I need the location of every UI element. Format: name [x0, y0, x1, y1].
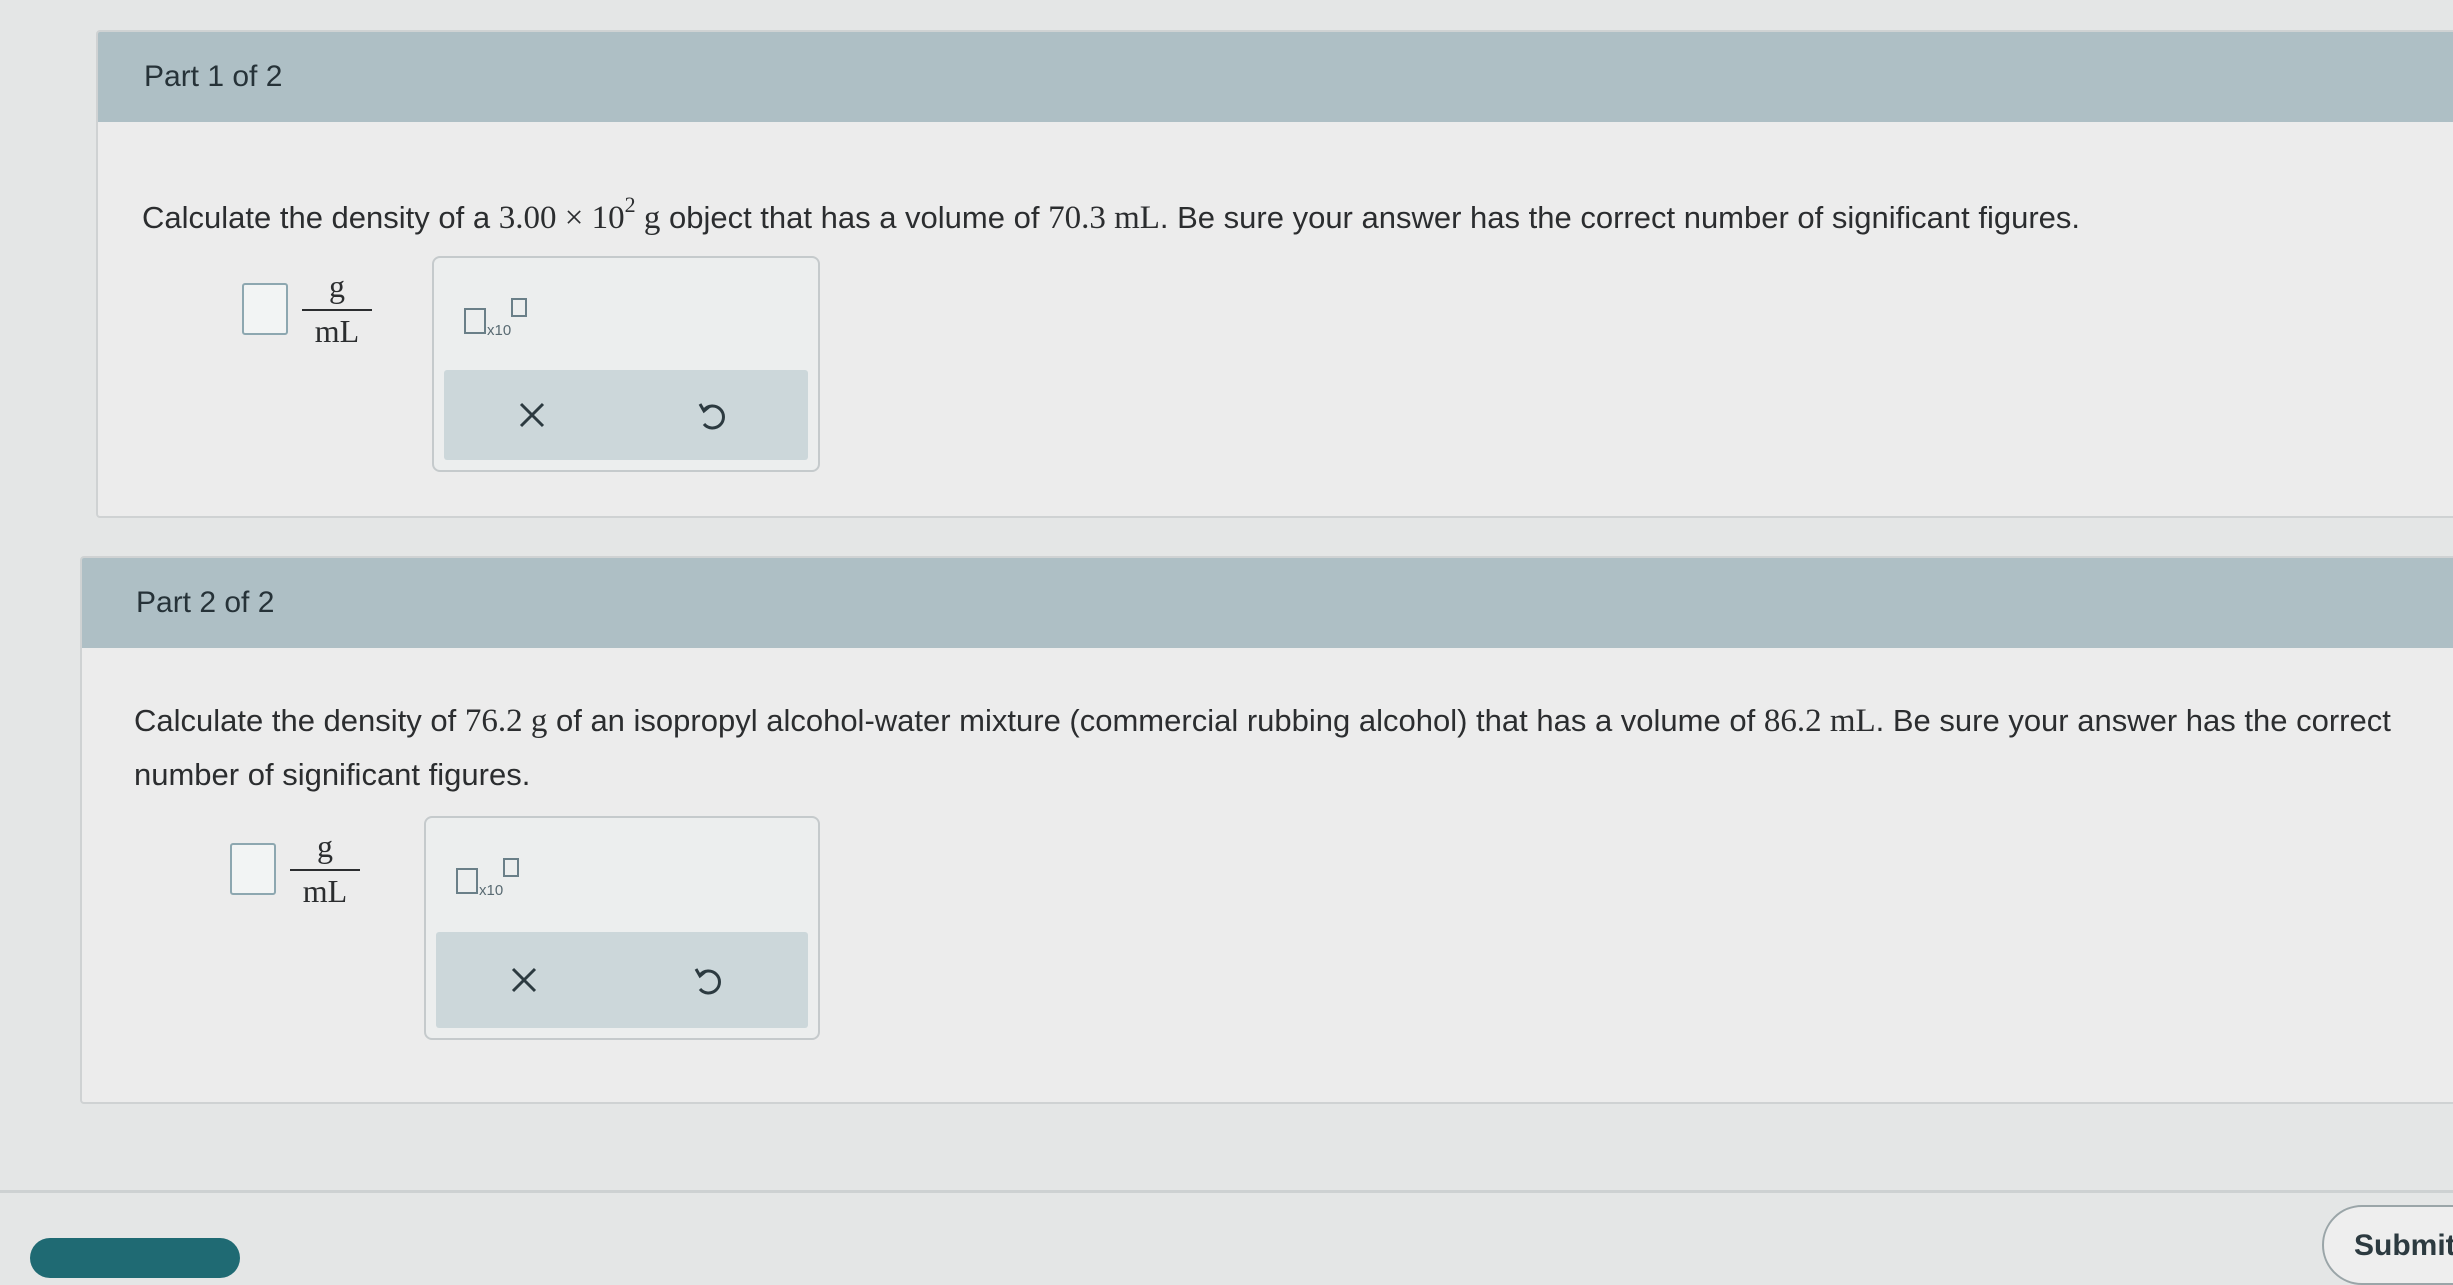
part2-tool-bar — [436, 932, 808, 1028]
undo-icon — [694, 968, 721, 995]
clear-button[interactable] — [464, 932, 584, 1028]
part1-answer-input[interactable] — [242, 283, 288, 335]
unit-denominator: mL — [302, 873, 348, 909]
footer-action-button[interactable] — [30, 1238, 240, 1278]
clear-button[interactable] — [472, 370, 592, 460]
unit-denominator: mL — [314, 313, 360, 349]
part2-answer-input[interactable] — [230, 843, 276, 895]
undo-button[interactable] — [652, 370, 772, 460]
part2-question: Calculate the density of 76.2 g of an is… — [134, 703, 2391, 792]
submit-button[interactable]: Submit — [2322, 1205, 2453, 1285]
part2-tool-palette: x10 — [424, 816, 820, 1040]
volume-value: 70.3 mL — [1048, 200, 1160, 236]
x10-label: x10 — [479, 882, 504, 899]
mantissa-box-icon — [456, 868, 478, 894]
unit-numerator: g — [329, 268, 345, 304]
mass-value: 3.00 × 102 g — [498, 192, 661, 236]
part2-title: Part 2 of 2 — [136, 586, 275, 619]
part2-answer-row: g mL — [230, 828, 360, 910]
undo-icon — [698, 403, 725, 430]
x10-label: x10 — [487, 322, 512, 339]
unit-fraction: g mL — [302, 268, 372, 350]
exponent-box-icon — [511, 298, 528, 317]
mass-value: 76.2 g — [464, 703, 548, 739]
part1-answer-row: g mL — [242, 268, 372, 350]
close-icon — [519, 402, 545, 428]
part2-header: Part 2 of 2 — [82, 558, 2453, 648]
part1-title: Part 1 of 2 — [144, 60, 283, 93]
footer-divider — [0, 1190, 2453, 1193]
part1-question: Calculate the density of a 3.00 × 102 g … — [142, 192, 2081, 236]
close-icon — [511, 967, 537, 993]
mantissa-box-icon — [464, 308, 486, 334]
part1-tool-palette: x10 — [432, 256, 820, 472]
part1-header: Part 1 of 2 — [98, 32, 2453, 122]
undo-button[interactable] — [648, 932, 768, 1028]
exponent-box-icon — [503, 858, 520, 877]
scientific-notation-button[interactable]: x10 — [456, 858, 520, 899]
scientific-notation-button[interactable]: x10 — [464, 298, 528, 339]
part1-card: Part 1 of 2 Calculate the density of a 3… — [96, 30, 2453, 518]
unit-fraction: g mL — [290, 828, 360, 910]
unit-numerator: g — [317, 828, 333, 864]
part2-card: Part 2 of 2 Calculate the density of 76.… — [80, 556, 2453, 1104]
volume-value: 86.2 mL — [1763, 703, 1876, 739]
part1-tool-bar — [444, 370, 808, 460]
